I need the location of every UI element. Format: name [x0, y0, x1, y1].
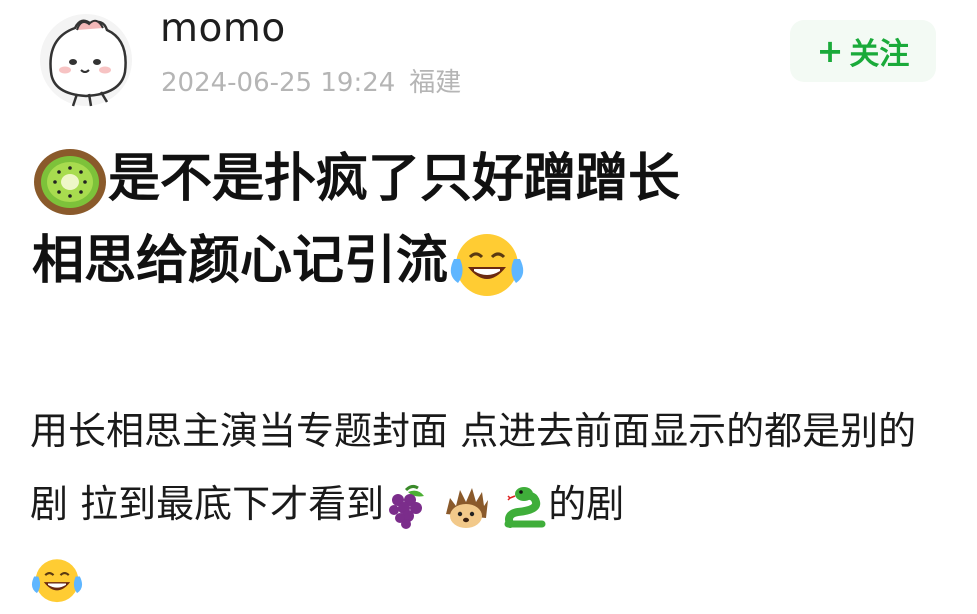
snake-emoji [502, 484, 548, 530]
post-timestamp: 2024-06-25 19:24 [161, 68, 396, 98]
title-line-1: 是不是扑疯了只好蹭蹭长 [108, 149, 681, 209]
follow-button[interactable]: + 关注 [790, 20, 936, 82]
kiwi-emoji [32, 147, 108, 217]
post-title: 是不是扑疯了只好蹭蹭长 相思给颜心记引流 [32, 138, 932, 302]
avatar-ghost-icon [40, 14, 132, 107]
hedgehog-emoji [442, 484, 490, 530]
username[interactable]: momo [160, 6, 286, 51]
title-line-2: 相思给颜心记引流 [32, 231, 449, 291]
post-meta: 2024-06-25 19:24 福建 [161, 62, 461, 99]
post-location: 福建 [409, 68, 462, 98]
grapes-emoji [384, 484, 430, 530]
avatar[interactable] [33, 10, 139, 108]
laughing-tears-emoji [448, 229, 526, 299]
follow-label: 关注 [849, 37, 910, 72]
plus-icon: + [816, 32, 844, 70]
body-text-part-2: 的剧 [548, 482, 625, 526]
laughing-tears-emoji [30, 555, 84, 605]
post-body: 用长相思主演当专题封面 点进去前面显示的都是别的剧 拉到最底下才看到 的剧 [30, 395, 950, 614]
